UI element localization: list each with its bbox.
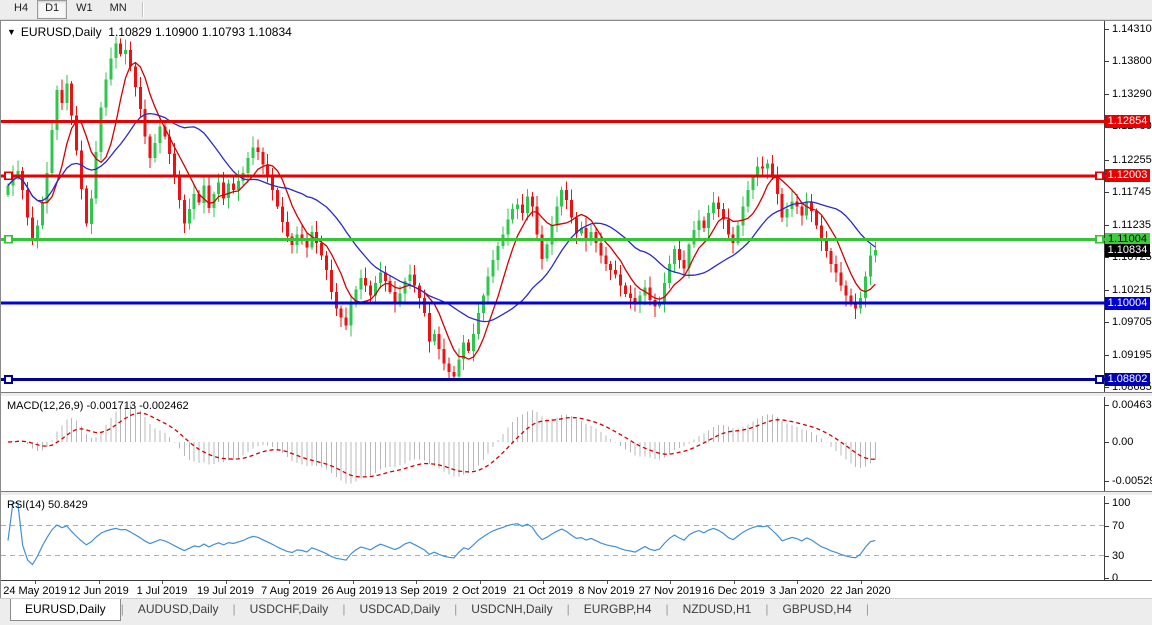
macd-tick: -0.005299 — [1105, 475, 1152, 487]
chart-frame: ▼ EURUSD,Daily 1.10829 1.10900 1.10793 1.… — [0, 20, 1152, 598]
price-tick: 1.09195 — [1105, 349, 1152, 361]
time-tick — [162, 581, 163, 584]
timeframe-button-mn[interactable]: MN — [102, 0, 135, 19]
time-label: 27 Nov 2019 — [639, 585, 701, 597]
toolbar-separator — [142, 2, 144, 17]
time-tick — [226, 581, 227, 584]
timeframe-button-d1[interactable]: D1 — [37, 0, 67, 19]
macd-tick: 0.00 — [1105, 436, 1152, 448]
candlestick-chart — [1, 21, 1105, 392]
chart-title: ▼ EURUSD,Daily 1.10829 1.10900 1.10793 1.… — [7, 25, 292, 39]
time-tick — [353, 581, 354, 584]
time-tick — [861, 581, 862, 584]
tab-separator: | — [866, 599, 869, 619]
rsi-tick: 100 — [1105, 497, 1152, 509]
time-label: 19 Jul 2019 — [197, 585, 254, 597]
time-tick — [734, 581, 735, 584]
time-label: 13 Sep 2019 — [385, 585, 447, 597]
time-label: 24 May 2019 — [3, 585, 67, 597]
rsi-tick: 70 — [1105, 520, 1152, 532]
mt4-window: H4D1W1MN ▼ EURUSD,Daily 1.10829 1.10900 1… — [0, 0, 1152, 625]
chart-tab-nzdusd[interactable]: NZDUSD,H1 — [669, 599, 766, 619]
rsi-axis[interactable]: 10070300 — [1105, 496, 1152, 580]
rsi-title: RSI(14) 50.8429 — [7, 499, 88, 511]
chart-tab-gbpusd[interactable]: GBPUSD,H4 — [768, 599, 865, 619]
price-tick: 1.13290 — [1105, 88, 1152, 100]
time-tick — [35, 581, 36, 584]
macd-plot[interactable]: MACD(12,26,9) -0.001713 -0.002462 — [1, 397, 1105, 491]
main-chart-panel: ▼ EURUSD,Daily 1.10829 1.10900 1.10793 1.… — [1, 21, 1152, 392]
price-tick: 1.14310 — [1105, 23, 1152, 35]
price-tick: 1.10215 — [1105, 284, 1152, 296]
price-tick: 1.13800 — [1105, 55, 1152, 67]
time-tick — [543, 581, 544, 584]
chart-tab-usdcad[interactable]: USDCAD,Daily — [345, 599, 454, 619]
chart-tab-usdchf[interactable]: USDCHF,Daily — [236, 599, 343, 619]
timeframe-button-h4[interactable]: H4 — [6, 0, 36, 19]
price-tick: 1.11745 — [1105, 186, 1152, 198]
time-tick — [607, 581, 608, 584]
level-price-badge: 1.08802 — [1105, 373, 1150, 386]
price-tick: 1.11235 — [1105, 219, 1152, 231]
chart-tab-usdcnh[interactable]: USDCNH,Daily — [457, 599, 566, 619]
level-price-badge: 1.12003 — [1105, 169, 1150, 182]
price-tick: 1.09705 — [1105, 316, 1152, 328]
time-label: 12 Jun 2019 — [68, 585, 129, 597]
symbol-dropdown-icon[interactable]: ▼ — [7, 27, 16, 37]
rsi-panel: RSI(14) 50.8429 10070300 — [1, 496, 1152, 580]
chart-tab-eurgbp[interactable]: EURGBP,H4 — [570, 599, 666, 619]
level-price-badge: 1.12854 — [1105, 115, 1150, 128]
level-price-badge: 1.10004 — [1105, 297, 1150, 310]
macd-axis[interactable]: 0.00463 0.00 -0.005299 — [1105, 397, 1152, 491]
time-label: 21 Oct 2019 — [513, 585, 573, 597]
macd-panel: MACD(12,26,9) -0.001713 -0.002462 0.0046… — [1, 397, 1152, 491]
chart-symbol-label: EURUSD,Daily — [21, 25, 102, 39]
chart-ohlc-values: 1.10829 1.10900 1.10793 1.10834 — [108, 25, 292, 39]
time-label: 2 Oct 2019 — [453, 585, 507, 597]
price-chart-plot[interactable]: ▼ EURUSD,Daily 1.10829 1.10900 1.10793 1.… — [1, 21, 1105, 392]
rsi-tick: 30 — [1105, 550, 1152, 562]
rsi-plot[interactable]: RSI(14) 50.8429 — [1, 496, 1105, 580]
time-tick — [99, 581, 100, 584]
timeframe-button-w1[interactable]: W1 — [68, 0, 101, 19]
time-tick — [416, 581, 417, 584]
chart-tab-eurusd[interactable]: EURUSD,Daily — [10, 599, 121, 621]
time-label: 8 Nov 2019 — [578, 585, 634, 597]
current-price-badge: 1.10834 — [1105, 244, 1150, 257]
time-label: 7 Aug 2019 — [261, 585, 317, 597]
time-tick — [289, 581, 290, 584]
timeframe-toolbar: H4D1W1MN — [0, 0, 1152, 20]
macd-tick: 0.00463 — [1105, 399, 1152, 411]
price-tick: 1.12255 — [1105, 154, 1152, 166]
time-tick — [797, 581, 798, 584]
time-label: 3 Jan 2020 — [770, 585, 824, 597]
chart-tabs-bar: EURUSD,Daily|AUDUSD,Daily|USDCHF,Daily|U… — [0, 598, 1152, 625]
time-label: 16 Dec 2019 — [702, 585, 764, 597]
chart-tab-audusd[interactable]: AUDUSD,Daily — [124, 599, 233, 619]
macd-title: MACD(12,26,9) -0.001713 -0.002462 — [7, 400, 189, 412]
time-tick — [480, 581, 481, 584]
time-label: 26 Aug 2019 — [322, 585, 384, 597]
time-label: 1 Jul 2019 — [137, 585, 188, 597]
price-axis[interactable]: 1.143101.138001.132901.127801.122551.117… — [1105, 21, 1152, 392]
time-label: 22 Jan 2020 — [830, 585, 891, 597]
rsi-chart — [1, 496, 1105, 580]
time-tick — [670, 581, 671, 584]
